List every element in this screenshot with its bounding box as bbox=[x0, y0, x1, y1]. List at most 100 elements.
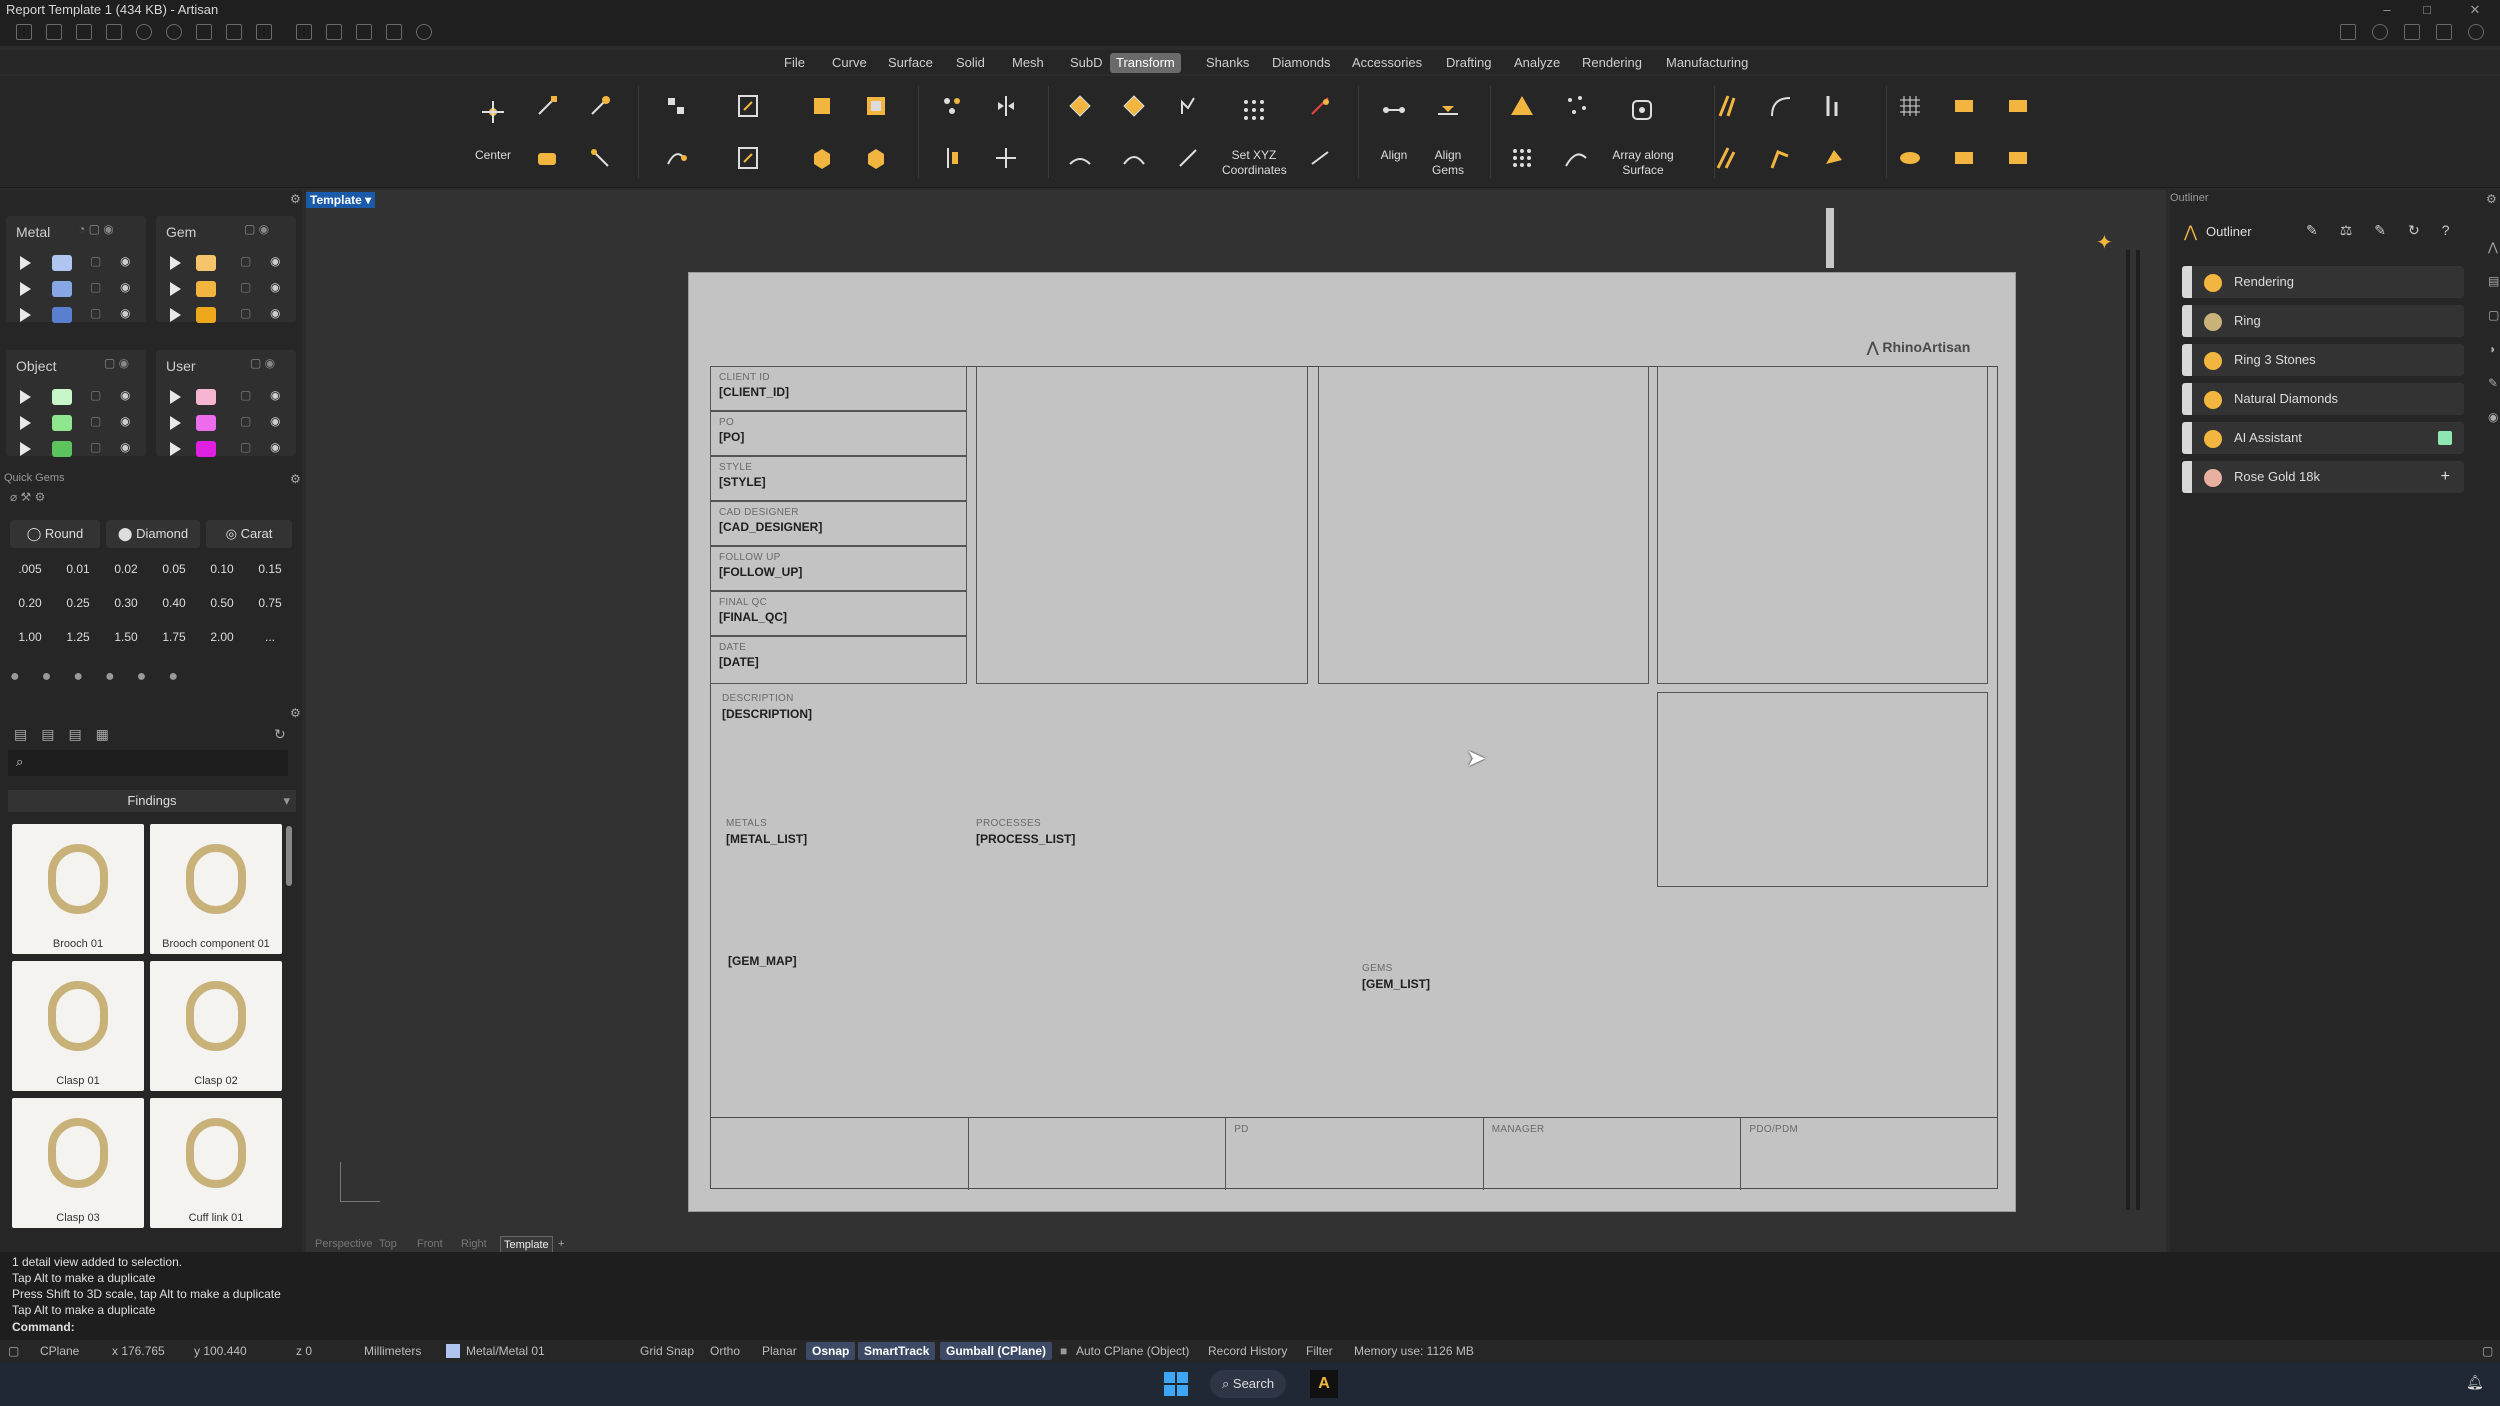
library-settings-icon[interactable]: ⚙ bbox=[290, 706, 301, 720]
layers-icon[interactable] bbox=[2436, 24, 2452, 40]
array-along-surface-button[interactable] bbox=[1622, 90, 1662, 130]
panel-toggle-icon[interactable]: ▢ bbox=[8, 1340, 19, 1362]
quick-gems-settings-icon[interactable]: ⚙ bbox=[290, 472, 301, 486]
gem-size-button[interactable]: 0.15 bbox=[248, 556, 292, 582]
add-viewport-button[interactable]: + bbox=[558, 1236, 564, 1252]
box-edit-tool-button[interactable] bbox=[856, 138, 896, 178]
layer-color-swatch[interactable] bbox=[196, 307, 216, 323]
auto-cplane-toggle[interactable]: Auto CPlane (Object) bbox=[1076, 1340, 1189, 1362]
play-icon[interactable] bbox=[170, 416, 181, 430]
grid-snap-toggle[interactable]: Grid Snap bbox=[640, 1340, 694, 1362]
play-icon[interactable] bbox=[20, 308, 31, 322]
osnap-toggle[interactable]: Osnap bbox=[806, 1342, 856, 1360]
lock-icon[interactable]: ▢ bbox=[240, 388, 251, 402]
help-icon[interactable] bbox=[2468, 24, 2484, 40]
play-icon[interactable] bbox=[20, 390, 31, 404]
outliner-item-ring-3-stones[interactable]: Ring 3 Stones bbox=[2182, 344, 2464, 376]
gem-size-button[interactable]: 1.50 bbox=[104, 624, 148, 650]
layer-color-swatch[interactable] bbox=[196, 415, 216, 431]
shell-tool-button[interactable] bbox=[1998, 138, 2038, 178]
copy-tool-button[interactable] bbox=[580, 86, 620, 126]
eye-icon[interactable]: ◉ bbox=[120, 254, 130, 268]
layer-color-swatch[interactable] bbox=[52, 441, 72, 457]
gem-size-button[interactable]: 0.25 bbox=[56, 590, 100, 616]
center-tool-button[interactable] bbox=[473, 92, 513, 132]
align-button[interactable] bbox=[1374, 90, 1414, 130]
eye-icon[interactable]: ◉ bbox=[270, 280, 280, 294]
filter-toggle[interactable]: Filter bbox=[1306, 1340, 1333, 1362]
outliner-item-ring[interactable]: Ring bbox=[2182, 305, 2464, 337]
lock-icon[interactable]: ▢ bbox=[240, 254, 251, 268]
outliner-settings-icon[interactable]: ⚙ bbox=[2486, 192, 2497, 206]
flow-tool-button[interactable] bbox=[1060, 138, 1100, 178]
library-search-input[interactable]: ⌕ bbox=[8, 750, 288, 776]
scatter-tool-button[interactable] bbox=[1556, 86, 1596, 126]
refresh-icon[interactable]: ↻ bbox=[274, 726, 286, 743]
eye-icon[interactable]: ◉ bbox=[270, 414, 280, 428]
library-category-dropdown[interactable]: Findings ▾ bbox=[8, 790, 296, 812]
extend-tool-button[interactable] bbox=[1814, 86, 1854, 126]
scale-tool-button[interactable] bbox=[580, 138, 620, 178]
material-diamond-button[interactable]: ⬤ Diamond bbox=[106, 520, 200, 548]
outliner-item-natural-diamonds[interactable]: Natural Diamonds bbox=[2182, 383, 2464, 415]
settings-icon[interactable] bbox=[416, 24, 432, 40]
gem-size-button[interactable]: 2.00 bbox=[200, 624, 244, 650]
lock-icon[interactable]: ▢ ◉ bbox=[104, 356, 129, 370]
notification-bell-icon[interactable]: 🔔︎ bbox=[2466, 1374, 2484, 1391]
link-icon[interactable] bbox=[326, 24, 342, 40]
eye-icon[interactable]: ◉ bbox=[120, 280, 130, 294]
mirror-array-tool-button[interactable] bbox=[986, 86, 1026, 126]
shape-round-button[interactable]: ◯ Round bbox=[10, 520, 100, 548]
panel-toggle-icon[interactable]: ▢ bbox=[2482, 1340, 2493, 1362]
eye-icon[interactable]: ◉ bbox=[120, 440, 130, 454]
menu-transform[interactable]: Transform bbox=[1110, 53, 1181, 73]
sketch-icon[interactable] bbox=[296, 24, 312, 40]
cplane-status[interactable]: CPlane bbox=[40, 1340, 79, 1362]
join-tool-button[interactable] bbox=[1760, 138, 1800, 178]
menu-file[interactable]: File bbox=[778, 53, 811, 73]
library-item[interactable]: Clasp 03 bbox=[12, 1098, 144, 1228]
lock-icon[interactable]: ▢ bbox=[240, 306, 251, 320]
viewport-title-tab[interactable]: Template ▾ bbox=[306, 192, 376, 208]
layer-color-swatch[interactable] bbox=[196, 255, 216, 271]
eye-icon[interactable]: ◉ bbox=[120, 388, 130, 402]
info-icon[interactable] bbox=[2372, 24, 2388, 40]
gem-tools-icon[interactable]: ⌀ ⚒ ⚙ bbox=[10, 490, 45, 504]
gem-size-button[interactable]: 0.50 bbox=[200, 590, 244, 616]
unit-carat-button[interactable]: ◎ Carat bbox=[206, 520, 292, 548]
viewport-tab-right[interactable]: Right bbox=[458, 1236, 490, 1252]
side-strip-icons[interactable]: ⋀ ▤ ▢ ◑ ✎ ◉ bbox=[2488, 230, 2499, 630]
align-y-tool-button[interactable] bbox=[986, 138, 1026, 178]
gem-size-button[interactable]: 0.02 bbox=[104, 556, 148, 582]
units-status[interactable]: Millimeters bbox=[364, 1340, 421, 1362]
lock-icon[interactable]: ▢ bbox=[90, 414, 101, 428]
menu-surface[interactable]: Surface bbox=[882, 53, 939, 73]
orient-tool-button[interactable] bbox=[656, 86, 696, 126]
redo-icon[interactable] bbox=[166, 24, 182, 40]
eye-icon[interactable]: ◉ bbox=[120, 414, 130, 428]
lock-icon[interactable]: ▢ bbox=[90, 388, 101, 402]
planar-toggle[interactable]: Planar bbox=[762, 1340, 797, 1362]
lock-icon[interactable]: ▢ ◉ bbox=[250, 356, 275, 370]
eye-icon[interactable]: ◉ bbox=[270, 388, 280, 402]
gem-size-button[interactable]: 1.25 bbox=[56, 624, 100, 650]
current-layer[interactable]: Metal/Metal 01 bbox=[466, 1340, 545, 1362]
play-icon[interactable] bbox=[170, 256, 181, 270]
maximize-button[interactable]: □ bbox=[2412, 0, 2442, 20]
lock-icon[interactable]: ▢ ◉ bbox=[244, 222, 269, 236]
panel-icon[interactable] bbox=[2340, 24, 2356, 40]
viewport-tab-perspective[interactable]: Perspective bbox=[312, 1236, 375, 1252]
twist-tool-button[interactable] bbox=[1168, 138, 1208, 178]
curve-array-tool-button[interactable] bbox=[1556, 138, 1596, 178]
artisan-app-icon[interactable]: A bbox=[1310, 1370, 1338, 1398]
layer-color-swatch[interactable] bbox=[196, 281, 216, 297]
hand-tool-button[interactable] bbox=[1168, 86, 1208, 126]
command-input[interactable] bbox=[82, 1318, 2482, 1336]
play-icon[interactable] bbox=[20, 256, 31, 270]
menu-subd[interactable]: SubD bbox=[1064, 53, 1109, 73]
gem-size-button[interactable]: 0.30 bbox=[104, 590, 148, 616]
menu-mesh[interactable]: Mesh bbox=[1006, 53, 1050, 73]
undo-icon[interactable] bbox=[136, 24, 152, 40]
mirror-tool-button[interactable] bbox=[728, 86, 768, 126]
viewport-tab-top[interactable]: Top bbox=[376, 1236, 400, 1252]
